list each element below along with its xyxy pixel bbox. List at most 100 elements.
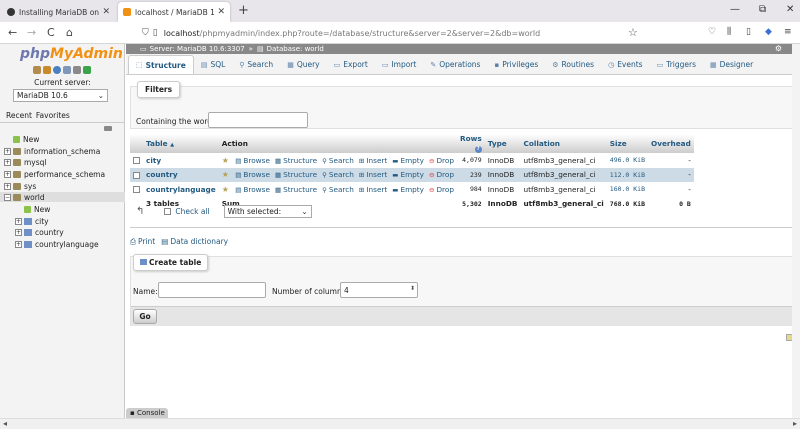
bookmark-star-icon[interactable]: ☆ — [628, 26, 638, 39]
with-selected-select[interactable]: With selected: ⌄ — [223, 205, 312, 218]
action-structure[interactable]: ▦ Structure — [275, 185, 317, 194]
data-dictionary-link[interactable]: Data dictionary — [170, 237, 228, 247]
action-drop[interactable]: ⊖ Drop — [429, 185, 454, 194]
tab-privileges[interactable]: ▪ Privileges — [487, 55, 545, 74]
tab-search[interactable]: ⚲ Search — [232, 55, 280, 74]
tab-export[interactable]: ▭ Export — [327, 55, 375, 74]
favorite-star-icon[interactable]: ★ — [222, 156, 229, 165]
tree-item-city[interactable]: + city — [15, 216, 49, 226]
breadcrumb-database[interactable]: Database: world — [267, 45, 324, 53]
table-size[interactable]: 160.0 KiB — [606, 182, 649, 197]
collapse-icon[interactable]: − — [4, 193, 11, 201]
tree-item-world-new[interactable]: New — [15, 204, 50, 214]
reload-icon[interactable] — [83, 66, 91, 74]
header-type[interactable]: Type — [484, 134, 521, 153]
table-row[interactable]: country ★ ▤ Browse ▦ Structure ⚲ Search ⊞ Insert… — [130, 167, 694, 182]
table-row[interactable]: city ★ ▤ Browse ▦ Structure ⚲ Search ⊞ Insert ▬ Em… — [130, 153, 694, 168]
url-bar[interactable]: ⛉ ▯ localhost/phpmyadmin/index.php?route… — [138, 25, 650, 41]
tab-recent[interactable]: Recent — [6, 111, 32, 120]
tab-sql[interactable]: ▤ SQL — [194, 55, 232, 74]
sidebar-toggle-icon[interactable]: ▯ — [746, 27, 751, 37]
tree-item-new[interactable]: New — [4, 134, 39, 144]
tab-favorites[interactable]: Favorites — [36, 111, 70, 120]
back-button[interactable]: ← — [8, 26, 17, 39]
tab-query[interactable]: ▦ Query — [280, 55, 326, 74]
action-structure[interactable]: ▦ Structure — [275, 170, 317, 179]
tree-item-performance-schema[interactable]: + performance_schema — [4, 169, 105, 179]
scroll-left-icon[interactable]: ◂ — [3, 419, 7, 428]
tab-operations[interactable]: ✎ Operations — [423, 55, 487, 74]
help-icon[interactable] — [53, 66, 61, 74]
action-browse[interactable]: ▤ Browse — [235, 185, 270, 194]
reload-button[interactable]: C — [47, 26, 55, 39]
tab-structure[interactable]: ⬚ Structure — [128, 55, 194, 74]
tree-item-countrylanguage[interactable]: + countrylanguage — [15, 239, 99, 249]
expand-icon[interactable]: + — [4, 147, 11, 155]
menu-icon[interactable]: ≡ — [784, 27, 792, 37]
close-window-button[interactable]: ✕ — [786, 4, 794, 15]
table-name-link[interactable]: country — [143, 167, 219, 182]
header-overhead[interactable]: Overhead — [648, 134, 694, 153]
pocket-icon[interactable]: ♡ — [708, 27, 716, 37]
action-search[interactable]: ⚲ Search — [322, 156, 354, 165]
extension-icon[interactable]: ◆ — [765, 27, 772, 37]
action-browse[interactable]: ▤ Browse — [235, 170, 270, 179]
logout-icon[interactable] — [43, 66, 51, 74]
docs-icon[interactable] — [63, 66, 71, 74]
number-of-columns-input[interactable]: 4 ⬍ — [340, 282, 418, 298]
tab-import[interactable]: ▭ Import — [375, 55, 424, 74]
row-checkbox[interactable] — [133, 157, 140, 165]
tree-item-information-schema[interactable]: + information_schema — [4, 146, 100, 156]
browser-tab-mariadb-install[interactable]: Installing MariaDB on MS Wind ✕ — [2, 2, 115, 22]
action-insert[interactable]: ⊞ Insert — [359, 156, 387, 165]
browser-tab-phpmyadmin[interactable]: localhost / MariaDB 10.6 / wor ✕ — [118, 2, 230, 22]
vertical-scrollbar[interactable] — [792, 44, 800, 418]
check-all-checkbox[interactable] — [164, 208, 172, 215]
tab-designer[interactable]: ▦ Designer — [703, 55, 760, 74]
spinner-icon[interactable]: ⬍ — [410, 285, 415, 292]
forward-button[interactable]: → — [27, 26, 36, 39]
minimize-button[interactable]: — — [730, 4, 740, 15]
tree-item-world[interactable]: − world — [0, 192, 125, 202]
horizontal-scrollbar[interactable]: ◂ ▸ — [0, 418, 800, 429]
close-icon[interactable]: ✕ — [102, 7, 110, 17]
action-empty[interactable]: ▬ Empty — [392, 170, 424, 179]
header-rows[interactable]: Rows ? — [457, 134, 485, 153]
row-checkbox[interactable] — [133, 186, 140, 194]
breadcrumb-server[interactable]: Server: MariaDB 10.6:3307 — [150, 45, 245, 53]
phpmyadmin-logo[interactable]: phpMyAdmin — [20, 46, 123, 62]
action-empty[interactable]: ▬ Empty — [392, 156, 424, 165]
action-structure[interactable]: ▦ Structure — [275, 156, 317, 165]
close-icon[interactable]: ✕ — [217, 7, 225, 17]
collapse-all-icon[interactable] — [104, 126, 112, 131]
table-size[interactable]: 496.0 KiB — [606, 153, 649, 168]
url-text[interactable]: localhost/phpmyadmin/index.php?route=/da… — [164, 29, 541, 38]
action-empty[interactable]: ▬ Empty — [392, 185, 424, 194]
tab-routines[interactable]: ⚙ Routines — [545, 55, 601, 74]
expand-icon[interactable]: + — [15, 228, 22, 236]
header-size[interactable]: Size — [606, 134, 649, 153]
expand-icon[interactable]: + — [4, 158, 11, 166]
tree-item-country[interactable]: + country — [15, 227, 64, 237]
action-insert[interactable]: ⊞ Insert — [359, 170, 387, 179]
favorite-star-icon[interactable]: ★ — [222, 170, 229, 179]
help-icon[interactable]: ? — [474, 146, 482, 153]
print-link[interactable]: Print — [138, 237, 155, 247]
table-name-input[interactable] — [158, 282, 266, 298]
go-button[interactable]: Go — [133, 309, 157, 324]
action-search[interactable]: ⚲ Search — [322, 185, 354, 194]
tab-triggers[interactable]: ▭ Triggers — [650, 55, 703, 74]
new-tab-button[interactable]: + — [238, 3, 249, 18]
home-icon[interactable] — [33, 66, 41, 74]
expand-icon[interactable]: + — [4, 182, 11, 190]
scroll-right-icon[interactable]: ▸ — [793, 419, 797, 428]
filter-word-input[interactable] — [208, 112, 308, 128]
settings-icon[interactable] — [73, 66, 81, 74]
table-name-link[interactable]: city — [143, 153, 219, 168]
expand-icon[interactable]: + — [15, 217, 22, 225]
favorite-star-icon[interactable]: ★ — [222, 185, 229, 194]
action-browse[interactable]: ▤ Browse — [235, 156, 270, 165]
action-drop[interactable]: ⊖ Drop — [429, 170, 454, 179]
table-name-link[interactable]: countrylanguage — [143, 182, 219, 197]
action-drop[interactable]: ⊖ Drop — [429, 156, 454, 165]
